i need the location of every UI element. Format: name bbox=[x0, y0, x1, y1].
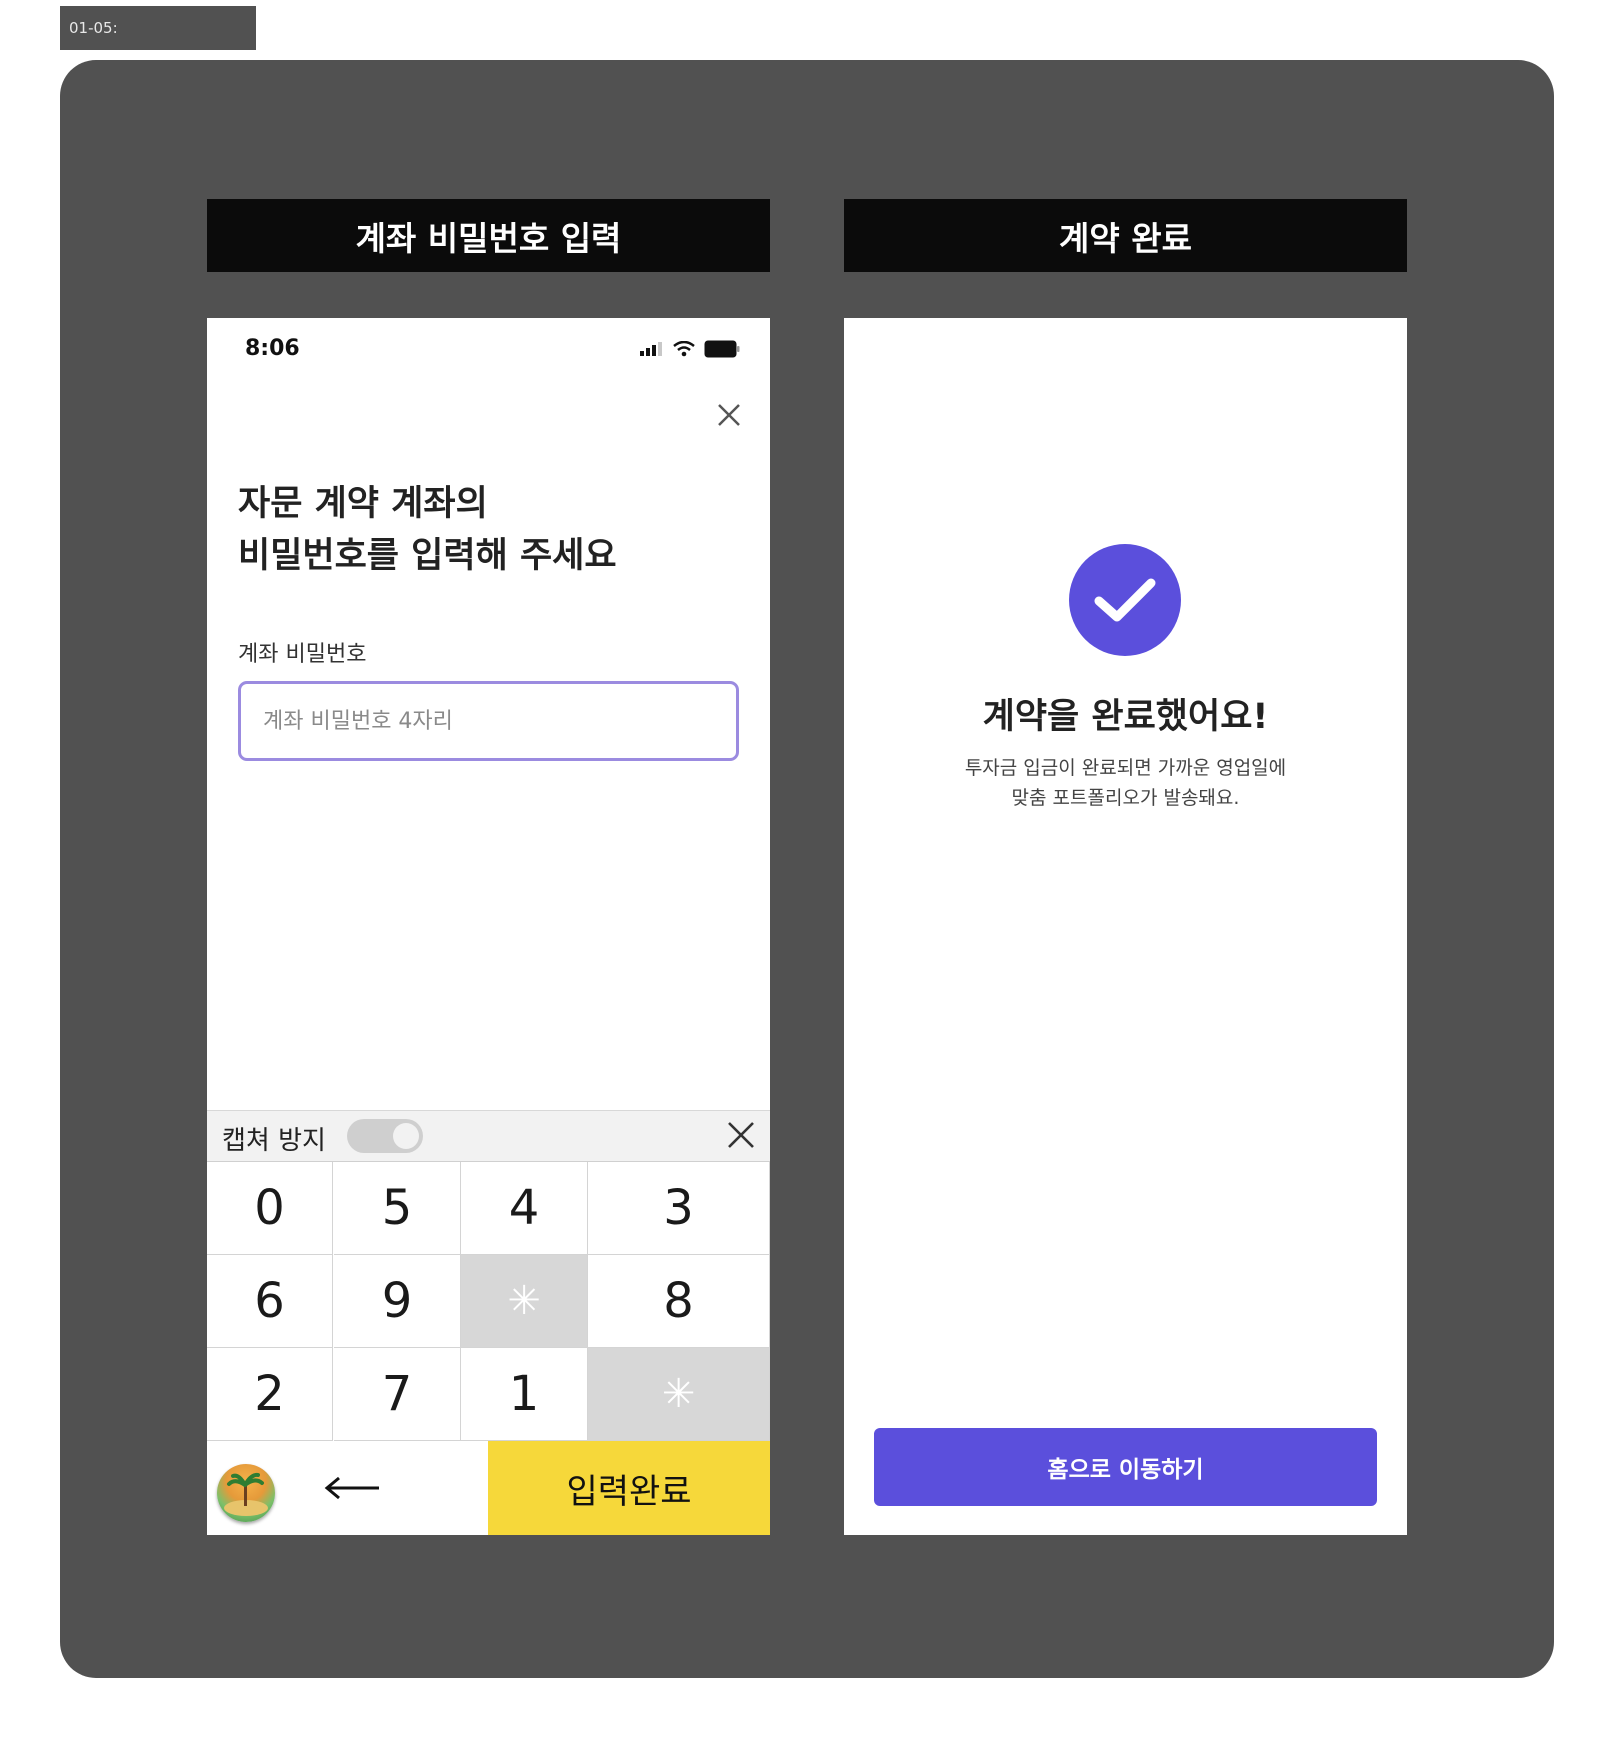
digit-key-9[interactable]: 9 bbox=[334, 1255, 461, 1348]
heading-line-1: 자문 계약 계좌의 bbox=[238, 484, 488, 524]
blank-key[interactable]: ✳ bbox=[461, 1255, 588, 1348]
digit-key-1[interactable]: 1 bbox=[461, 1348, 588, 1441]
keypad-bottom-row: 입력완료 bbox=[207, 1441, 770, 1535]
page-heading: 자문 계약 계좌의 비밀번호를 입력해 주세요 bbox=[238, 478, 617, 582]
digit-key-7[interactable]: 7 bbox=[334, 1348, 461, 1441]
blank-key-icon: ✳ bbox=[507, 1278, 541, 1324]
digit-key-0[interactable]: 0 bbox=[207, 1162, 333, 1255]
keyboard-close-icon[interactable] bbox=[726, 1120, 756, 1150]
capture-prevention-label: 캡쳐 방지 bbox=[222, 1126, 326, 1156]
battery-icon bbox=[704, 340, 740, 358]
digit-key-5[interactable]: 5 bbox=[334, 1162, 461, 1255]
digit-key-6[interactable]: 6 bbox=[207, 1255, 333, 1348]
complete-title: 계약을 완료했어요! bbox=[982, 697, 1269, 737]
backspace-button[interactable] bbox=[307, 1459, 397, 1517]
screen-title-complete: 계약 완료 bbox=[844, 199, 1407, 272]
description-line-2: 맞춤 포트폴리오가 발송돼요. bbox=[1011, 787, 1240, 809]
digit-key-2[interactable]: 2 bbox=[207, 1348, 333, 1441]
secure-keyboard-toolbar: 캡쳐 방지 bbox=[207, 1110, 770, 1162]
screen-title-password: 계좌 비밀번호 입력 bbox=[207, 199, 770, 272]
password-field-label: 계좌 비밀번호 bbox=[238, 642, 367, 667]
input-done-button[interactable]: 입력완료 bbox=[488, 1441, 770, 1535]
blank-key-icon: ✳ bbox=[661, 1371, 696, 1417]
heading-line-2: 비밀번호를 입력해 주세요 bbox=[238, 536, 617, 576]
island-logo-icon[interactable] bbox=[217, 1464, 275, 1522]
wifi-icon bbox=[673, 341, 695, 357]
toggle-knob bbox=[393, 1123, 419, 1149]
go-home-button[interactable]: 홈으로 이동하기 bbox=[874, 1428, 1377, 1506]
status-icons bbox=[640, 340, 740, 358]
digit-key-3[interactable]: 3 bbox=[588, 1162, 770, 1255]
digit-key-8[interactable]: 8 bbox=[588, 1255, 770, 1348]
complete-description: 투자금 입금이 완료되면 가까운 영업일에 맞춤 포트폴리오가 발송돼요. bbox=[844, 753, 1407, 813]
digit-key-4[interactable]: 4 bbox=[461, 1162, 588, 1255]
frame-tag: 01-05: bbox=[60, 6, 256, 50]
capture-prevention-toggle[interactable] bbox=[347, 1119, 423, 1153]
check-circle-icon bbox=[1069, 544, 1181, 656]
signal-icon bbox=[640, 342, 662, 356]
left-arrow-icon bbox=[324, 1476, 379, 1500]
status-time: 8:06 bbox=[245, 336, 300, 361]
password-input[interactable] bbox=[238, 681, 739, 761]
complete-screen: 계약을 완료했어요! 투자금 입금이 완료되면 가까운 영업일에 맞춤 포트폴리… bbox=[844, 318, 1407, 1535]
description-line-1: 투자금 입금이 완료되면 가까운 영업일에 bbox=[964, 757, 1287, 779]
close-icon[interactable] bbox=[714, 400, 744, 430]
blank-key[interactable]: ✳ bbox=[588, 1348, 770, 1441]
password-screen: 8:06 자문 계약 계좌의 비밀번호를 입력해 주세요 계좌 비밀번호 캡쳐 … bbox=[207, 318, 770, 1535]
